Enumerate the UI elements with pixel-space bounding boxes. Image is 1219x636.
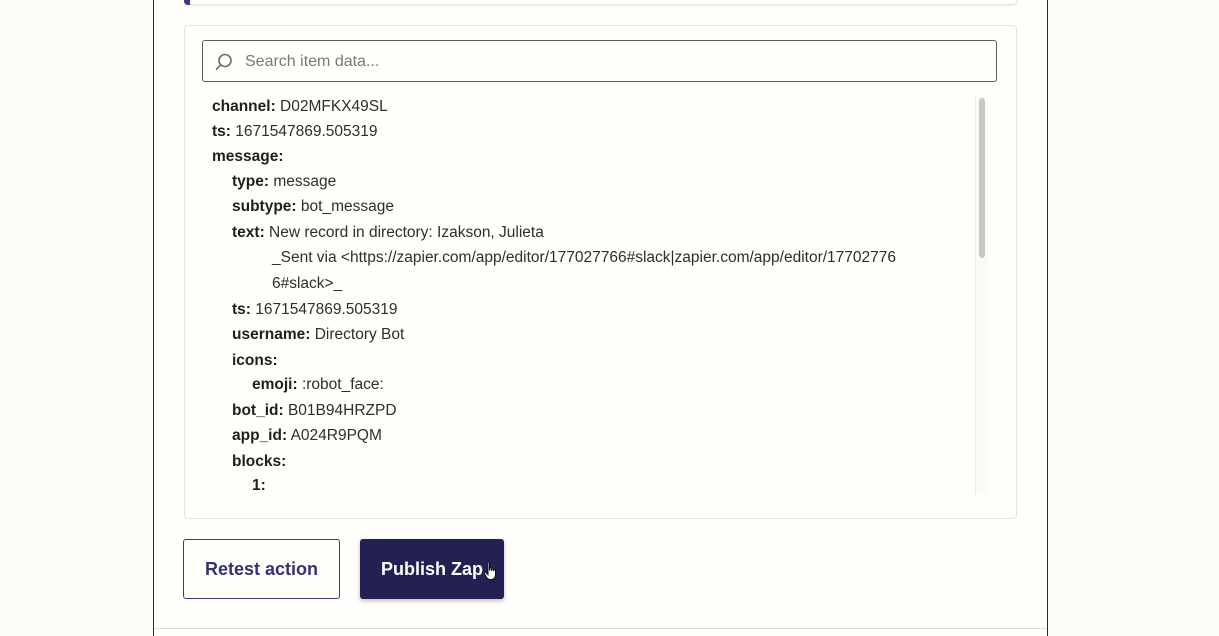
retest-action-label: Retest action (204, 558, 319, 579)
tree-scrollbar[interactable] (975, 96, 988, 494)
tree-key: ts: (232, 301, 251, 318)
hand-pointer-cursor-icon (483, 561, 496, 580)
tree-key: icons: (232, 352, 278, 369)
tree-row-icons[interactable]: icons: (232, 348, 278, 373)
tree-row-ts[interactable]: ts: 1671547869.505319 (212, 119, 378, 144)
tree-row-username[interactable]: username: Directory Bot (232, 322, 404, 347)
search-input[interactable] (243, 41, 987, 83)
tree-key: text: (232, 224, 265, 241)
tree-key: username: (232, 326, 311, 343)
tree-value: A024R9PQM (290, 427, 382, 444)
tree-row-message[interactable]: message: (212, 144, 284, 169)
tree-key: channel: (212, 98, 276, 115)
previous-step-card (184, 0, 1017, 5)
bottom-divider (154, 628, 1046, 629)
search-box[interactable] (202, 40, 997, 83)
tree-key: blocks: (232, 453, 287, 470)
tree-value: D02MFKX49SL (280, 98, 388, 115)
tree-key: subtype: (232, 198, 297, 215)
card-accent (184, 0, 190, 5)
tree-row-text[interactable]: text: New record in directory: Izakson, … (232, 220, 544, 245)
tree-row-ts[interactable]: ts: 1671547869.505319 (232, 297, 398, 322)
tree-value: 1671547869.505319 (235, 123, 378, 140)
tree-key: bot_id: (232, 402, 284, 419)
tree-value: :robot_face: (301, 376, 384, 393)
tree-key: app_id: (232, 427, 288, 444)
tree-value: message (273, 173, 337, 190)
page: channel: D02MFKX49SL ts: 1671547869.5053… (0, 0, 1219, 636)
item-data-tree: channel: D02MFKX49SL ts: 1671547869.5053… (212, 94, 972, 494)
tree-value: Directory Bot (314, 326, 405, 343)
publish-zap-label: Publish Zap (380, 558, 483, 579)
tree-value-continuation: 6#slack>_ (272, 275, 343, 292)
tree-row-subtype[interactable]: subtype: bot_message (232, 194, 394, 219)
item-data-card: channel: D02MFKX49SL ts: 1671547869.5053… (184, 25, 1017, 519)
tree-value: New record in directory: Izakson, Juliet… (269, 224, 544, 241)
tree-row-bot-id[interactable]: bot_id: B01B94HRZPD (232, 398, 397, 423)
tree-row-emoji[interactable]: emoji: :robot_face: (252, 372, 384, 397)
tree-key: message: (212, 148, 284, 165)
tree-key: emoji: (252, 376, 298, 393)
tree-value: B01B94HRZPD (287, 402, 397, 419)
tree-key: ts: (212, 123, 231, 140)
tree-row-app-id[interactable]: app_id: A024R9PQM (232, 423, 382, 448)
tree-row-block-1[interactable]: 1: (252, 473, 266, 494)
tree-row-blocks[interactable]: blocks: (232, 449, 286, 474)
tree-key: type: (232, 173, 270, 190)
tree-row-channel[interactable]: channel: D02MFKX49SL (212, 94, 388, 119)
tree-key: 1: (252, 477, 266, 494)
scrollbar-thumb[interactable] (979, 98, 985, 258)
tree-value: bot_message (300, 198, 394, 215)
tree-value: 1671547869.505319 (255, 301, 398, 318)
tree-row-type[interactable]: type: message (232, 169, 336, 194)
tree-value-continuation: _Sent via <https://zapier.com/app/editor… (272, 249, 897, 266)
search-icon (215, 53, 232, 71)
retest-action-button[interactable]: Retest action (183, 539, 340, 599)
